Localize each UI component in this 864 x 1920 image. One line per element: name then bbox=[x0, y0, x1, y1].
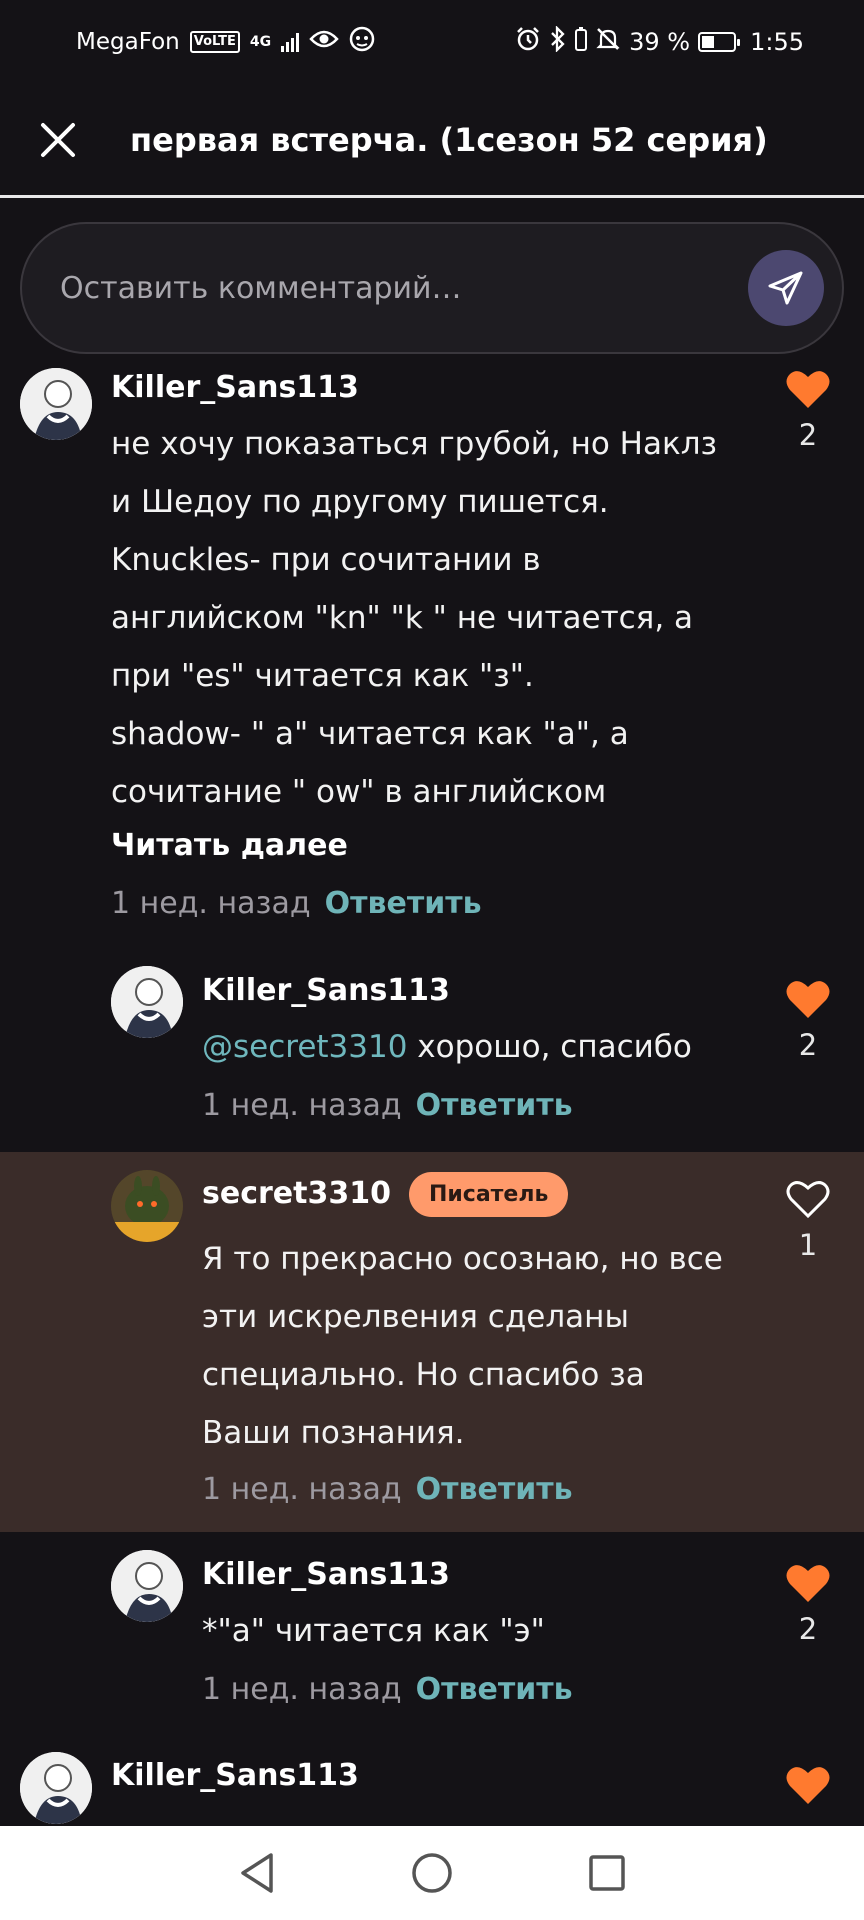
clock: 1:55 bbox=[750, 28, 804, 56]
reply-button[interactable]: Ответить bbox=[416, 1672, 573, 1707]
comment-time: 1 нед. назад bbox=[202, 1472, 402, 1507]
comment-line: эти искрелвения сделаны bbox=[202, 1299, 629, 1335]
comment-line: специально. Но спасибо за bbox=[202, 1357, 645, 1393]
comment-line: Я то прекрасно осознаю, но все bbox=[202, 1241, 723, 1277]
username-text[interactable]: secret3310 bbox=[202, 1176, 391, 1211]
home-icon[interactable] bbox=[402, 1843, 462, 1903]
like-count: 2 bbox=[798, 1028, 818, 1062]
comment-reply: Killer_Sans113 @secret3310 хорошо, спаси… bbox=[0, 966, 864, 1123]
recents-icon[interactable] bbox=[577, 1843, 637, 1903]
mute-icon bbox=[595, 26, 621, 58]
username[interactable]: Killer_Sans113 bbox=[202, 1557, 450, 1592]
comment-line: и Шедоу по другому пишется. bbox=[111, 484, 609, 520]
notification-app-icon bbox=[349, 26, 375, 58]
reply-button[interactable]: Ответить bbox=[416, 1088, 573, 1123]
close-icon[interactable] bbox=[28, 110, 88, 170]
battery-percent: 39 % bbox=[629, 28, 691, 56]
heart-icon[interactable] bbox=[785, 368, 831, 410]
bluetooth-icon bbox=[549, 25, 567, 58]
reply-button[interactable]: Ответить bbox=[416, 1472, 573, 1507]
comment-reply: secret3310 Писатель Я то прекрасно осозна… bbox=[0, 1170, 864, 1510]
comment-reply: Killer_Sans113 *"а" читается как "э" 1 н… bbox=[0, 1550, 864, 1707]
comment-line: хорошо, спасибо bbox=[407, 1029, 692, 1065]
comment-line: сочитание " ow" в английском bbox=[111, 774, 607, 810]
comment-meta: 1 нед. назад Ответить bbox=[202, 1472, 573, 1507]
back-icon[interactable] bbox=[227, 1843, 287, 1903]
alarm-icon bbox=[515, 26, 541, 58]
like-control: 2 bbox=[778, 978, 838, 1062]
page-title: первая встерча. (1сезон 52 серия) bbox=[130, 120, 768, 159]
like-control bbox=[778, 1764, 838, 1810]
comment-input-bar bbox=[20, 222, 844, 354]
battery-status-icon bbox=[575, 27, 588, 57]
comment-line: английском "kn" "k " не читается, а bbox=[111, 600, 694, 636]
comment-input[interactable] bbox=[60, 270, 748, 306]
mention-link[interactable]: @secret3310 bbox=[202, 1029, 407, 1065]
comment-text: *"а" читается как "э" bbox=[202, 1613, 545, 1649]
avatar[interactable] bbox=[20, 368, 92, 440]
like-count: 1 bbox=[798, 1228, 818, 1262]
like-count: 2 bbox=[798, 418, 818, 452]
username: secret3310 Писатель bbox=[202, 1172, 569, 1217]
carrier-name: MegaFon bbox=[76, 29, 180, 55]
avatar[interactable] bbox=[111, 1170, 183, 1242]
like-control: 1 bbox=[778, 1178, 838, 1262]
heart-outline-icon[interactable] bbox=[785, 1178, 831, 1220]
comment-time: 1 нед. назад bbox=[111, 886, 311, 921]
comment-time: 1 нед. назад bbox=[202, 1672, 402, 1707]
heart-icon[interactable] bbox=[785, 1764, 831, 1806]
send-icon bbox=[768, 271, 803, 305]
comment: Killer_Sans113 bbox=[0, 1752, 864, 1826]
username[interactable]: Killer_Sans113 bbox=[111, 1758, 359, 1793]
top-bar: первая встерча. (1сезон 52 серия) bbox=[0, 84, 864, 198]
comment-time: 1 нед. назад bbox=[202, 1088, 402, 1123]
comment-line: Knuckles- при сочитании в bbox=[111, 542, 541, 578]
signal-icon bbox=[281, 32, 300, 52]
comment-line: Ваши познания. bbox=[202, 1415, 465, 1451]
volte-icon: VoLTE bbox=[189, 31, 240, 53]
username[interactable]: Killer_Sans113 bbox=[111, 370, 359, 405]
like-control: 2 bbox=[778, 368, 838, 452]
read-more-link[interactable]: Читать далее bbox=[111, 828, 348, 863]
writer-badge: Писатель bbox=[408, 1172, 569, 1217]
comment-text: Я то прекрасно осознаю, но все эти искре… bbox=[202, 1230, 782, 1462]
status-bar: MegaFon VoLTE 4G 39 % 1:55 bbox=[0, 0, 864, 84]
avatar[interactable] bbox=[20, 1752, 92, 1824]
username[interactable]: Killer_Sans113 bbox=[202, 973, 450, 1008]
like-count: 2 bbox=[798, 1612, 818, 1646]
eye-icon bbox=[309, 28, 339, 56]
avatar[interactable] bbox=[111, 1550, 183, 1622]
comment: Killer_Sans113 не хочу показаться грубой… bbox=[0, 368, 864, 928]
comment-line: при "es" читается как "з". bbox=[111, 658, 534, 694]
comment-meta: 1 нед. назад Ответить bbox=[202, 1088, 573, 1123]
comment-text: @secret3310 хорошо, спасибо bbox=[202, 1018, 782, 1076]
comment-meta: 1 нед. назад Ответить bbox=[202, 1672, 573, 1707]
avatar[interactable] bbox=[111, 966, 183, 1038]
heart-icon[interactable] bbox=[785, 1562, 831, 1604]
reply-button[interactable]: Ответить bbox=[325, 886, 482, 921]
heart-icon[interactable] bbox=[785, 978, 831, 1020]
battery-icon bbox=[698, 32, 741, 52]
like-control: 2 bbox=[778, 1562, 838, 1646]
comment-line: не хочу показаться грубой, но Наклз bbox=[111, 426, 717, 462]
comment-line: shadow- " a" читается как "а", а bbox=[111, 716, 629, 752]
network-type: 4G bbox=[249, 34, 272, 50]
comment-meta: 1 нед. назад Ответить bbox=[111, 886, 482, 921]
comment-text: не хочу показаться грубой, но Наклз и Ше… bbox=[111, 415, 771, 821]
system-nav-bar bbox=[0, 1826, 864, 1920]
send-button[interactable] bbox=[748, 250, 824, 326]
